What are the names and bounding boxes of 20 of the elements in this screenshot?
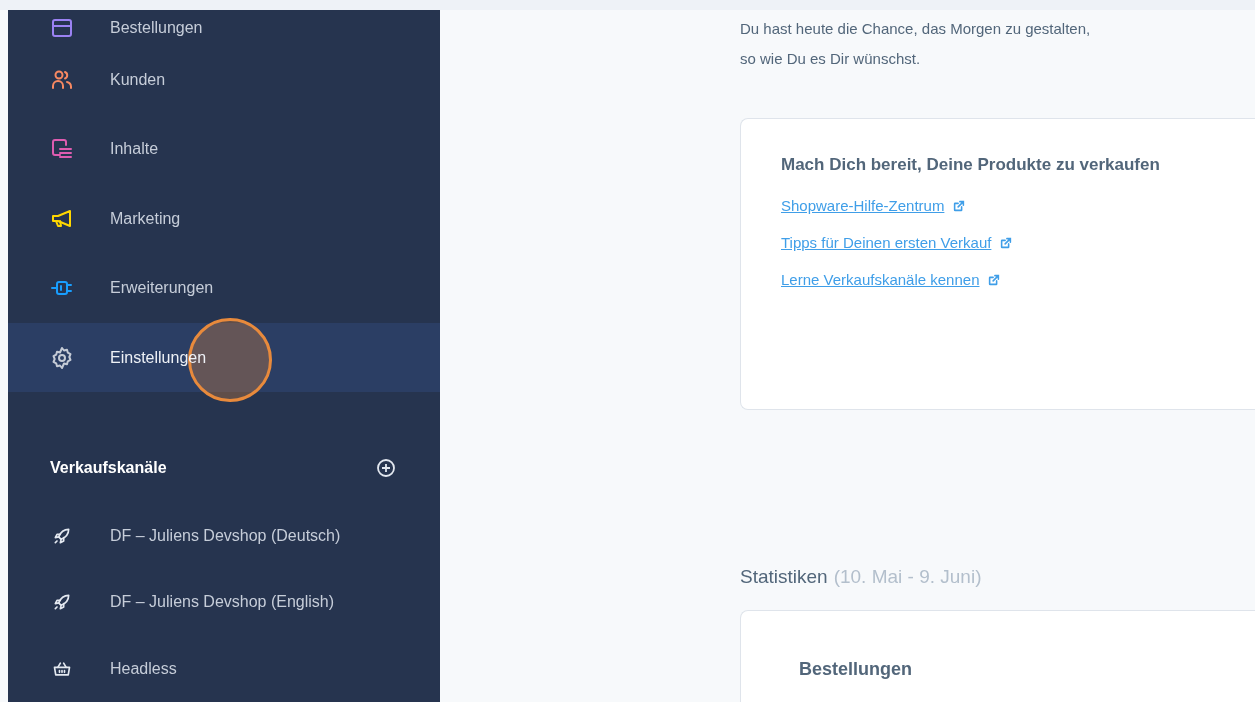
sales-channel-item[interactable]: Headless	[8, 635, 440, 702]
sales-channel-item[interactable]: DF – Juliens Devshop (Deutsch)	[8, 502, 440, 570]
rocket-icon	[52, 592, 72, 613]
external-link-icon[interactable]	[952, 198, 967, 213]
add-icon[interactable]	[376, 458, 396, 479]
nav-item[interactable]: Kunden	[8, 45, 440, 115]
external-link-icon[interactable]	[987, 272, 1002, 287]
section-title: Verkaufskanäle	[50, 459, 167, 478]
intro-text: Du hast heute die Chance, das Morgen zu gestalten,	[740, 19, 1092, 39]
date-range: (10. Mai - 9. Juni)	[833, 566, 982, 587]
nav-item[interactable]: Marketing	[8, 184, 440, 254]
nav-item[interactable]: Erweiterungen	[8, 253, 440, 323]
external-link-icon[interactable]	[999, 235, 1014, 250]
card-title: Mach Dich bereit, Deine Produkte zu verkaufen	[781, 155, 1161, 175]
nav-item[interactable]: Bestellungen	[8, 10, 440, 46]
sales-channel-item[interactable]: DF – Juliens Devshop (English)	[8, 569, 440, 636]
statistics-title: Statistiken	[740, 566, 828, 587]
nav-item[interactable]: Inhalte	[8, 114, 440, 184]
intro-text: so wie Du es Dir wünschst.	[740, 49, 922, 69]
card-title: Bestellungen	[799, 659, 913, 679]
